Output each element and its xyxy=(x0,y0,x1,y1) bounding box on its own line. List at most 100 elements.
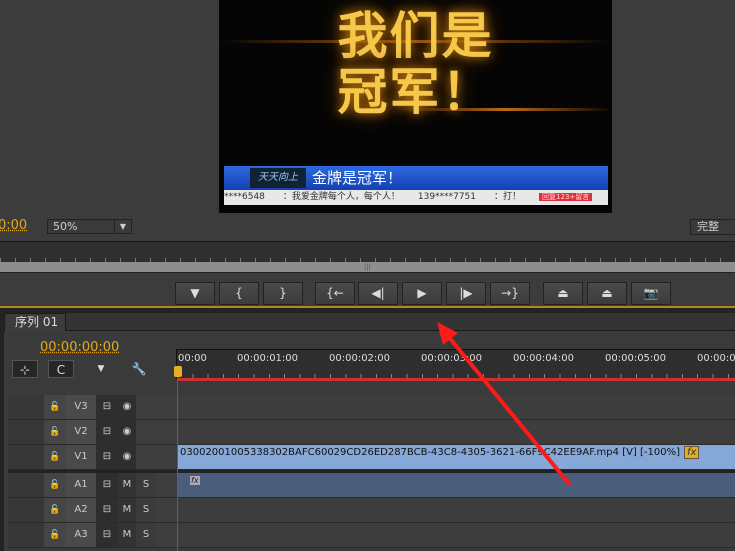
go-to-in-button[interactable]: {← xyxy=(315,282,355,305)
track-v3: 🔓 V3 ⊟ ◉ xyxy=(8,395,735,420)
track-target-area[interactable] xyxy=(8,473,44,497)
fx-badge[interactable]: fx xyxy=(190,476,200,485)
sync-lock-icon[interactable]: ⊟ xyxy=(96,498,118,522)
banner-logo: 天天向上 xyxy=(250,168,306,188)
mark-in-button[interactable]: { xyxy=(219,282,259,305)
mark-out-icon: } xyxy=(279,286,287,300)
sync-lock-icon[interactable]: ⊟ xyxy=(96,445,118,469)
ruler-label: 00:00:0 xyxy=(697,353,735,364)
add-marker-button[interactable]: ▼ xyxy=(175,282,215,305)
playhead-line[interactable] xyxy=(177,366,178,551)
track-label[interactable]: A1 xyxy=(66,473,96,497)
go-to-in-icon: {← xyxy=(326,286,344,300)
lock-icon[interactable]: 🔓 xyxy=(44,473,66,497)
mark-out-button[interactable]: } xyxy=(263,282,303,305)
track-a3: 🔓 A3 ⊟ M S xyxy=(8,523,735,548)
track-label[interactable]: V3 xyxy=(66,395,96,419)
ruler-label: 00:00:03:00 xyxy=(421,353,483,364)
mute-button[interactable]: M xyxy=(118,473,136,497)
track-header-space xyxy=(156,498,176,522)
step-forward-icon: |▶ xyxy=(459,286,473,300)
track-header-space xyxy=(136,420,176,444)
track-target-area[interactable] xyxy=(8,445,44,469)
ruler-label: 00:00:05:00 xyxy=(605,353,667,364)
tab-sequence-01[interactable]: 序列 01 × xyxy=(4,313,66,346)
track-target-area[interactable] xyxy=(8,420,44,444)
track-label[interactable]: A3 xyxy=(66,523,96,547)
track-header-space xyxy=(136,445,176,469)
lock-icon[interactable]: 🔓 xyxy=(44,445,66,469)
ruler-label: 00:00:02:00 xyxy=(329,353,391,364)
extract-icon: ⏏ xyxy=(601,286,613,300)
eye-icon[interactable]: ◉ xyxy=(118,445,136,469)
track-target-area[interactable] xyxy=(8,498,44,522)
lock-icon[interactable]: 🔓 xyxy=(44,498,66,522)
step-forward-button[interactable]: |▶ xyxy=(446,282,486,305)
lock-icon[interactable]: 🔓 xyxy=(44,420,66,444)
go-to-out-icon: →} xyxy=(501,286,519,300)
program-timecode[interactable]: 0:00 xyxy=(0,218,27,233)
track-label[interactable]: V1 xyxy=(66,445,96,469)
fx-badge[interactable]: fx xyxy=(684,446,700,459)
track-label[interactable]: V2 xyxy=(66,420,96,444)
track-v2: 🔓 V2 ⊟ ◉ xyxy=(8,420,735,445)
video-title: 我们是 冠军！ xyxy=(337,6,494,121)
lift-icon: ⏏ xyxy=(557,286,569,300)
monitor-zoom-scrollbar[interactable]: ||| xyxy=(0,262,735,273)
lift-button[interactable]: ⏏ xyxy=(543,282,583,305)
mark-in-icon: { xyxy=(235,286,243,300)
ruler-label: 00:00 xyxy=(178,353,207,364)
track-v1: 🔓 V1 ⊟ ◉ 03002001005338302BAFC60029CD26ED287… xyxy=(8,445,735,470)
sync-lock-icon[interactable]: ⊟ xyxy=(96,523,118,547)
wrench-icon[interactable]: 🔧 xyxy=(126,360,152,378)
monitor-time-ruler[interactable] xyxy=(0,241,735,262)
track-a1: 🔓 A1 ⊟ M Sfx xyxy=(8,473,735,498)
sync-lock-icon[interactable]: ⊟ xyxy=(96,395,118,419)
track-target-area[interactable] xyxy=(8,395,44,419)
program-monitor-video: 我们是 冠军！ 天天向上 金牌是冠军！ ****6548 ：我爱金牌每个人，每个人！… xyxy=(219,0,612,213)
video-clip[interactable]: 03002001005338302BAFC60029CD26ED287BCB-4… xyxy=(178,445,735,469)
zoom-level-select[interactable]: 50% ▼ xyxy=(47,219,132,234)
insert-sequence-icon[interactable]: ⊹ xyxy=(12,360,38,378)
track-a2: 🔓 A2 ⊟ M S xyxy=(8,498,735,523)
solo-button[interactable]: S xyxy=(136,473,156,497)
track-header-space xyxy=(156,473,176,497)
track-header-space xyxy=(136,395,176,419)
sequence-timecode[interactable]: 00:00:00:00 xyxy=(40,340,119,355)
step-back-icon: ◀| xyxy=(371,286,385,300)
resolution-select[interactable]: 完整 xyxy=(690,219,735,235)
work-area-bar[interactable] xyxy=(178,378,735,381)
snap-icon[interactable]: C xyxy=(48,360,74,378)
track-header-space xyxy=(156,523,176,547)
lock-icon[interactable]: 🔓 xyxy=(44,395,66,419)
video-banner: 天天向上 金牌是冠军！ xyxy=(224,166,608,190)
extract-button[interactable]: ⏏ xyxy=(587,282,627,305)
mute-button[interactable]: M xyxy=(118,498,136,522)
ruler-label: 00:00:01:00 xyxy=(237,353,299,364)
video-ticker: ****6548 ：我爱金牌每个人，每个人！ 139****7751 ：打！ 回复123… xyxy=(224,190,608,205)
ruler-label: 00:00:04:00 xyxy=(513,353,575,364)
tab-bar xyxy=(66,313,735,331)
play-button[interactable]: ▶ xyxy=(402,282,442,305)
play-icon: ▶ xyxy=(417,286,427,300)
track-label[interactable]: A2 xyxy=(66,498,96,522)
audio-clip[interactable]: fx xyxy=(178,473,735,497)
step-back-button[interactable]: ◀| xyxy=(358,282,398,305)
eye-icon[interactable]: ◉ xyxy=(118,420,136,444)
eye-icon[interactable]: ◉ xyxy=(118,395,136,419)
export-frame-button[interactable]: 📷 xyxy=(631,282,671,305)
sync-lock-icon[interactable]: ⊟ xyxy=(96,473,118,497)
solo-button[interactable]: S xyxy=(136,498,156,522)
add-marker-icon[interactable]: ▼ xyxy=(88,360,114,378)
sync-lock-icon[interactable]: ⊟ xyxy=(96,420,118,444)
lock-icon[interactable]: 🔓 xyxy=(44,523,66,547)
solo-button[interactable]: S xyxy=(136,523,156,547)
track-target-area[interactable] xyxy=(8,523,44,547)
mute-button[interactable]: M xyxy=(118,523,136,547)
playhead-handle[interactable] xyxy=(174,366,182,377)
banner-headline: 金牌是冠军！ xyxy=(312,169,403,187)
clip-name: 03002001005338302BAFC60029CD26ED287BCB-4… xyxy=(180,447,681,458)
go-to-out-button[interactable]: →} xyxy=(490,282,530,305)
add-marker-icon: ▼ xyxy=(190,286,200,300)
track-divider[interactable] xyxy=(8,470,735,473)
